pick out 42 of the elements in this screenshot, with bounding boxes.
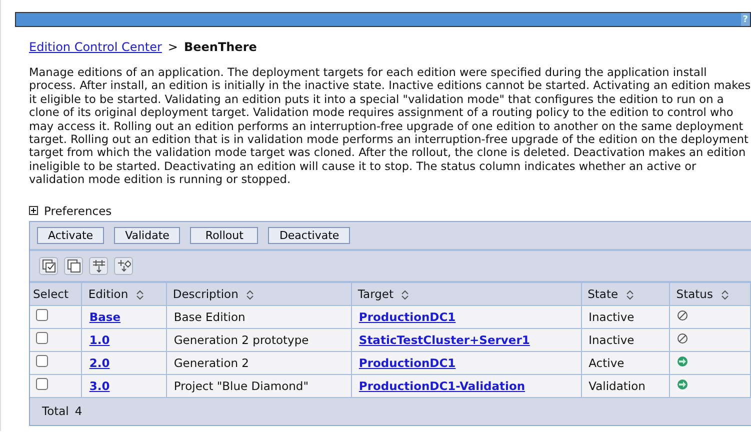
description-cell: Base Edition — [174, 310, 246, 324]
sort-icon[interactable] — [136, 288, 144, 300]
description-cell: Generation 2 — [174, 356, 250, 370]
row-checkbox[interactable] — [36, 309, 48, 322]
breadcrumb-current: BeenThere — [184, 40, 257, 54]
state-cell: Validation — [588, 378, 646, 393]
deselect-all-icon[interactable] — [64, 256, 83, 275]
select-all-icon[interactable] — [39, 256, 58, 275]
column-header: Select — [33, 286, 68, 301]
column-header[interactable]: Target — [358, 286, 394, 301]
edition-link[interactable]: 1.0 — [89, 332, 110, 347]
sort-icon[interactable] — [401, 288, 410, 300]
total-count: 4 — [74, 404, 82, 418]
preferences-label[interactable]: Preferences — [44, 204, 112, 218]
row-checkbox[interactable] — [36, 355, 48, 368]
description-cell: Generation 2 prototype — [174, 332, 309, 347]
total-label: Total — [42, 404, 69, 418]
action-button[interactable]: Validate — [114, 226, 180, 244]
state-cell: Inactive — [588, 332, 634, 347]
edition-link[interactable]: 2.0 — [89, 356, 110, 370]
action-button[interactable]: Rollout — [190, 226, 258, 244]
action-button[interactable]: Deactivate — [268, 226, 350, 244]
column-header[interactable]: Description — [172, 286, 238, 301]
state-cell: Inactive — [588, 310, 634, 324]
expand-icon[interactable] — [29, 206, 38, 216]
row-checkbox[interactable] — [36, 332, 48, 344]
state-cell: Active — [588, 356, 624, 370]
edition-link[interactable]: 3.0 — [89, 378, 110, 393]
filter-icon[interactable] — [89, 256, 108, 275]
sort-icon[interactable] — [246, 288, 254, 300]
action-button[interactable]: Activate — [37, 226, 104, 244]
description-text: Manage editions of an application. The deployment targets for each edition were specified during the application install process. After install, an edition is initially in the inactive state. Inactive editions cannot be started. Activating an edition makes it eligible to be started. Validating an edition puts it into a special "validation mode" that configures the edition to run on a clone of its original deployment target. Validation mode requires assignment of a routing policy to the edition to control who may access it. Rolling out an edition performs an interruption-free upgrade of one edition to another on the same deployment target. Rolling out an edition that is in validation mode performs an interruption-free upgrade of the edition on the deployment target from which the validation mode target was cloned. After the rollout, the clone is deleted. Deactivation makes an edition ineligible to be started. Deactivating an edition will cause it to stop. The status column indicates whether an active or validation mode edition is running or stopped. — [29, 66, 751, 187]
sort-icon[interactable] — [626, 288, 634, 300]
column-header[interactable]: Status — [676, 286, 713, 301]
clear-filter-icon[interactable] — [114, 256, 133, 275]
column-header[interactable]: Edition — [88, 286, 128, 301]
breadcrumb-separator: > — [168, 40, 178, 54]
description-cell: Project "Blue Diamond" — [174, 378, 308, 393]
column-header[interactable]: State — [588, 286, 618, 301]
breadcrumb-link[interactable]: Edition Control Center — [29, 40, 162, 54]
row-checkbox[interactable] — [36, 378, 48, 390]
sort-icon[interactable] — [720, 288, 729, 300]
